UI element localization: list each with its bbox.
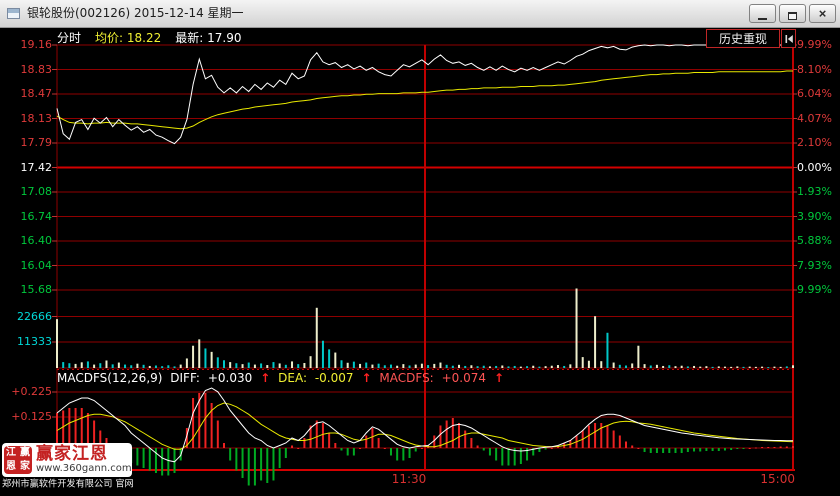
brand-url: www.360gann.com <box>36 463 132 474</box>
axis-label: +0.125 <box>11 410 52 423</box>
axis-label: 16.04 <box>20 258 53 272</box>
axis-label: +0.225 <box>11 385 52 398</box>
macd-dea: DEA: -0.007 <box>278 371 354 385</box>
axis-label: 7.93% <box>797 258 832 272</box>
axis-label: 4.07% <box>797 111 832 125</box>
time-label-1130: 11:30 <box>391 472 427 486</box>
axis-label: 9.99% <box>797 283 832 296</box>
macd-params: MACDFS(12,26,9) <box>57 371 163 385</box>
axis-label: 22666 <box>17 309 52 323</box>
skip-to-start-icon <box>785 34 793 43</box>
axis-label: 16.74 <box>20 209 53 223</box>
macd-diff: DIFF: +0.030 <box>170 371 253 385</box>
title-bar: 银轮股份(002126) 2015-12-14 星期一 × <box>0 0 840 28</box>
axis-label: 6.04% <box>797 87 832 100</box>
axis-label: 15.68 <box>20 283 53 296</box>
window-controls: × <box>749 4 836 23</box>
mode-label: 分时 <box>57 31 82 45</box>
info-bar: 分时 均价: 18.22 最新: 17.90 <box>57 29 241 46</box>
close-icon: × <box>818 5 827 21</box>
brand-footer-text: 郑州市赢软件开发有限公司 官网 <box>2 478 134 490</box>
macdfs-up-arrow-icon: ↑ <box>493 371 505 385</box>
axis-label: 17.08 <box>20 185 53 198</box>
axis-label: 18.47 <box>20 87 53 100</box>
macd-macdfs: MACDFS: +0.074 <box>379 371 486 385</box>
skip-to-start-button[interactable] <box>781 29 796 48</box>
axis-label: 1.93% <box>797 185 832 198</box>
last-price: 最新: 17.90 <box>175 31 242 45</box>
axis-label: 17.79 <box>20 136 53 149</box>
avg-price: 均价: 18.22 <box>95 31 162 45</box>
brand-logo: 江赢恩家 赢家江恩 www.360gann.com 郑州市赢软件开发有限公司 官… <box>2 443 144 491</box>
axis-label: 3.90% <box>797 209 832 223</box>
axis-label: 18.83 <box>20 62 53 76</box>
axis-label: 8.10% <box>797 62 832 76</box>
chart-canvas[interactable] <box>0 0 840 496</box>
axis-label: 16.40 <box>20 234 53 247</box>
brand-name: 赢家江恩 <box>36 444 108 464</box>
axis-label: 17.42 <box>20 160 53 174</box>
last-price-value: 17.90 <box>207 31 242 45</box>
axis-label: 0.00% <box>797 160 832 174</box>
minimize-icon <box>758 18 767 20</box>
app-icon <box>7 8 20 19</box>
maximize-button[interactable] <box>779 4 806 23</box>
axis-label: 11333 <box>17 335 52 348</box>
history-replay-button[interactable]: 历史重现 <box>706 29 780 48</box>
axis-label: 18.13 <box>20 111 53 125</box>
axis-label: 9.99% <box>797 38 832 51</box>
diff-up-arrow-icon: ↑ <box>260 371 271 385</box>
brand-seal-icon: 江赢恩家 <box>4 446 32 474</box>
avg-price-value: 18.22 <box>126 31 162 45</box>
maximize-icon <box>788 11 797 20</box>
axis-label: 19.16 <box>20 38 53 51</box>
dea-up-arrow-icon: ↑ <box>361 371 372 385</box>
minimize-button[interactable] <box>749 4 776 23</box>
macd-header: MACDFS(12,26,9) DIFF: +0.030 ↑ DEA: -0.00… <box>57 371 508 385</box>
close-button[interactable]: × <box>809 4 836 23</box>
brand-logo-box: 江赢恩家 赢家江恩 www.360gann.com <box>2 443 132 477</box>
time-label-1500: 15:00 <box>760 472 795 486</box>
window-title: 银轮股份(002126) 2015-12-14 星期一 <box>27 6 244 20</box>
axis-label: 2.10% <box>797 136 832 149</box>
axis-label: 5.88% <box>797 234 832 247</box>
app-window: 银轮股份(002126) 2015-12-14 星期一 × 分时 均价: 18.… <box>0 0 840 496</box>
